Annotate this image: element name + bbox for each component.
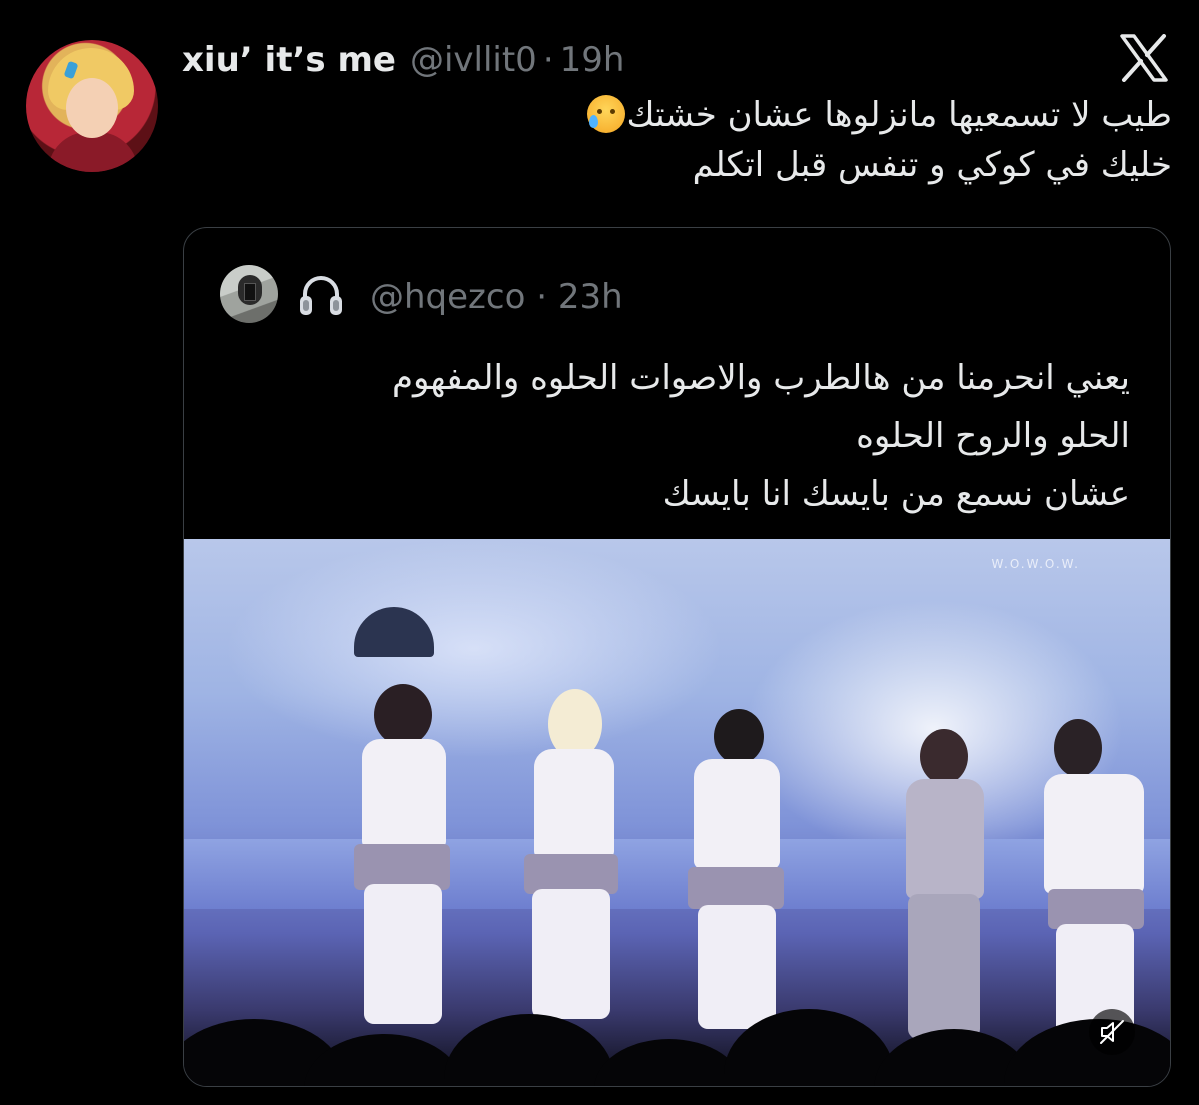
tweet-header: xiu’ it’s me @ivllit0 · 19h (182, 36, 624, 84)
mute-button[interactable] (1089, 1009, 1135, 1055)
tweet-timestamp[interactable]: 19h (560, 36, 625, 84)
headphones-icon (300, 276, 342, 315)
header-separator: · (542, 40, 554, 80)
header-separator: · (536, 277, 548, 317)
video-player[interactable]: W.O.W.O.W. (184, 539, 1170, 1086)
tweet-line-text: طيب لا تسمعيها مانزلوها عشان خشتك (626, 95, 1173, 135)
tweet-body: طيب لا تسمعيها مانزلوها عشان خشتك خليك ف… (272, 90, 1172, 190)
speaker-muted-icon (1100, 1020, 1124, 1044)
quoted-tweet-timestamp[interactable]: 23h (558, 277, 623, 317)
quoted-tweet-card[interactable]: @hqezco · 23h يعني انحرمنا من هالطرب وال… (183, 227, 1171, 1087)
quoted-tweet-line: يعني انحرمنا من هالطرب والاصوات الحلوه و… (391, 358, 1130, 398)
dancer (504, 689, 634, 1019)
quoted-tweet-body: يعني انحرمنا من هالطرب والاصوات الحلوه و… (210, 349, 1130, 523)
quoted-author-handle[interactable]: @hqezco (370, 277, 525, 317)
quoted-tweet-line: عشان نسمع من بايسك انا بايسك (662, 474, 1130, 514)
sad-but-relieved-face-icon (586, 95, 625, 133)
avatar-face (66, 78, 118, 138)
avatar-phone (244, 283, 256, 301)
x-logo-icon[interactable] (1118, 34, 1170, 82)
stage-light (224, 539, 724, 759)
crowd-silhouette (184, 979, 1170, 1086)
tweet-line: طيب لا تسمعيها مانزلوها عشان خشتك (272, 90, 1172, 140)
dancer (334, 684, 474, 1024)
tweet-line: خليك في كوكي و تنفس قبل اتكلم (692, 145, 1172, 185)
author-handle[interactable]: @ivllit0 (410, 36, 537, 84)
author-avatar[interactable] (26, 40, 158, 172)
author-display-name[interactable]: xiu’ it’s me (182, 36, 396, 84)
video-watermark: W.O.W.O.W. (991, 557, 1080, 571)
quoted-author-avatar[interactable] (220, 265, 278, 323)
quoted-tweet-line: الحلو والروح الحلوه (856, 416, 1130, 456)
avatar-outfit (48, 132, 138, 172)
quoted-tweet-header: @hqezco · 23h (370, 272, 623, 322)
